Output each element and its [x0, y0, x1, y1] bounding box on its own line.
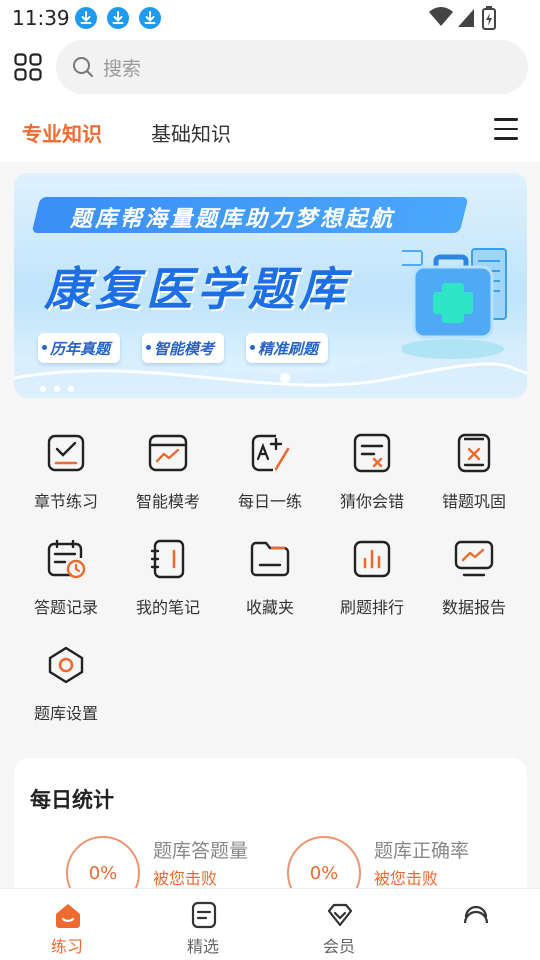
data-report-icon	[454, 540, 494, 577]
answer-record-icon	[47, 539, 86, 579]
banner-headline: 康复医学题库	[44, 262, 350, 316]
carousel-indicator[interactable]	[280, 373, 290, 383]
banner-pill: 精准刷题	[246, 333, 329, 363]
tool-label: 猜你会错	[339, 492, 404, 511]
daily-practice-icon	[251, 434, 290, 472]
tool-label: 题库设置	[33, 704, 98, 723]
answer-volume-value: 0%	[88, 863, 118, 884]
favorites-folder-icon	[250, 541, 290, 577]
smart-mock-exam-icon	[148, 434, 188, 472]
bottom-navigation: 练习 精选 会员	[0, 888, 540, 960]
nav-membership[interactable]: 会员	[294, 889, 384, 960]
banner-ribbon-text: 题库帮海量题库助力梦想起航	[70, 207, 396, 232]
notes-icon	[150, 539, 185, 579]
nav-featured[interactable]: 精选	[158, 889, 248, 960]
tool-label: 答题记录	[33, 598, 98, 617]
tool-guess-mistake[interactable]: 猜你会错	[322, 413, 422, 513]
tool-label: 每日一练	[237, 492, 302, 511]
status-bar: 11:39	[0, 0, 540, 36]
banner-pill: 智能模考	[142, 333, 225, 363]
download-icon	[107, 7, 129, 29]
download-icon	[75, 7, 97, 29]
apps-grid-icon[interactable]	[14, 53, 42, 81]
tool-label: 收藏夹	[245, 598, 294, 617]
hamburger-menu-icon[interactable]	[494, 118, 518, 140]
tool-bank-settings[interactable]: 题库设置	[16, 625, 116, 725]
tool-label: 我的笔记	[135, 598, 200, 617]
accuracy-sub: 被您击败	[374, 869, 439, 888]
answer-volume-sub: 被您击败	[153, 869, 218, 888]
tool-label: 错题巩固	[441, 492, 506, 511]
ranking-chart-icon	[353, 540, 391, 578]
tool-ranking[interactable]: 刷题排行	[322, 519, 422, 619]
battery-icon	[482, 6, 496, 30]
chapter-practice-icon	[47, 434, 85, 472]
tool-favorites[interactable]: 收藏夹	[220, 519, 320, 619]
wifi-icon	[429, 7, 453, 26]
tool-my-notes[interactable]: 我的笔记	[118, 519, 218, 619]
settings-icon	[48, 646, 84, 684]
home-icon	[56, 904, 80, 928]
guess-mistake-icon	[353, 433, 391, 473]
nav-label: 精选	[186, 937, 219, 956]
nav-profile[interactable]	[430, 889, 520, 960]
nav-label: 会员	[322, 937, 355, 956]
tool-data-report[interactable]: 数据报告	[424, 519, 524, 619]
tool-label: 刷题排行	[339, 598, 404, 617]
accuracy-value: 0%	[309, 863, 339, 884]
search-icon	[73, 57, 93, 77]
tool-smart-mock-exam[interactable]: 智能模考	[118, 413, 218, 513]
nav-practice[interactable]: 练习	[22, 889, 112, 960]
tool-answer-record[interactable]: 答题记录	[16, 519, 116, 619]
tool-chapter-practice[interactable]: 章节练习	[16, 413, 116, 513]
nav-label: 练习	[50, 937, 83, 956]
tool-label: 数据报告	[441, 598, 506, 617]
profile-icon	[463, 905, 489, 924]
wrong-question-icon	[457, 433, 491, 473]
daily-stats-title: 每日统计	[30, 788, 114, 812]
download-icon	[139, 7, 161, 29]
tool-daily-practice[interactable]: 每日一练	[220, 413, 320, 513]
search-placeholder: 搜索	[103, 58, 142, 80]
banner-dots	[40, 377, 82, 396]
tab-basic-knowledge[interactable]: 基础知识	[151, 118, 231, 147]
diamond-icon	[327, 903, 353, 927]
answer-volume-title: 题库答题量	[153, 840, 249, 862]
status-time: 11:39	[12, 6, 70, 30]
tool-wrong-question[interactable]: 错题巩固	[424, 413, 524, 513]
signal-icon	[458, 9, 474, 27]
featured-doc-icon	[191, 901, 217, 929]
tool-label: 章节练习	[33, 492, 98, 511]
medical-kit-illustration	[402, 248, 507, 359]
tab-professional-knowledge[interactable]: 专业知识	[22, 118, 102, 147]
promo-banner[interactable]: 题库帮海量题库助力梦想起航 康复医学题库 历年真题 智能模考 精准刷题	[14, 173, 527, 398]
banner-pill: 历年真题	[38, 333, 121, 363]
accuracy-title: 题库正确率	[374, 840, 470, 862]
search-input[interactable]: 搜索	[56, 40, 528, 94]
tool-label: 智能模考	[135, 492, 200, 511]
